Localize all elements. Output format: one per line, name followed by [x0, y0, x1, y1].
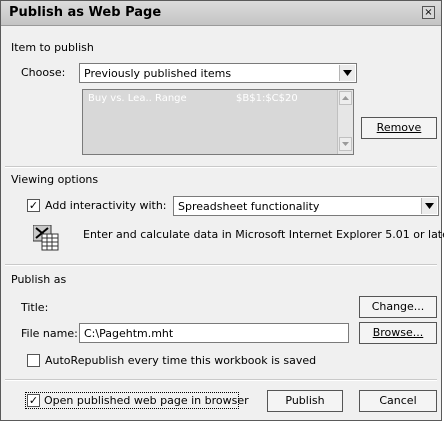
open-in-browser-label: Open published web page in browser: [44, 394, 249, 407]
list-scrollbar[interactable]: [337, 90, 353, 154]
section-label-viewing: Viewing options: [11, 173, 99, 186]
publish-dialog: Publish as Web Page × Item to publish Ch…: [0, 0, 444, 421]
divider: [5, 379, 437, 381]
chevron-down-icon[interactable]: [421, 198, 437, 214]
interactivity-label: Add interactivity with:: [45, 199, 167, 212]
list-item-range: $B$1:$C$20: [236, 93, 298, 104]
change-button[interactable]: Change...: [359, 296, 437, 318]
publish-button-label: Publish: [285, 394, 325, 407]
check-icon: ✓: [28, 394, 39, 407]
divider: [5, 166, 437, 168]
dialog-title: Publish as Web Page: [9, 5, 162, 20]
browse-button-label: Browse...: [372, 326, 424, 339]
chevron-down-icon[interactable]: [339, 65, 355, 81]
remove-button-label: Remove: [376, 121, 422, 134]
change-button-label: Change...: [371, 300, 425, 313]
cancel-button[interactable]: Cancel: [359, 390, 437, 412]
autorepublish-checkbox[interactable]: [27, 354, 40, 367]
choose-dropdown[interactable]: Previously published items: [79, 63, 357, 83]
publish-button[interactable]: Publish: [267, 390, 343, 412]
info-text: Enter and calculate data in Microsoft In…: [83, 228, 444, 241]
browse-button[interactable]: Browse...: [359, 322, 437, 344]
published-items-list[interactable]: Buy vs. Lea.. Range $B$1:$C$20: [82, 89, 354, 155]
choose-value: Previously published items: [84, 67, 232, 80]
close-icon[interactable]: ×: [422, 6, 435, 19]
filename-label: File name:: [21, 327, 78, 340]
list-item-name: Buy vs. Lea.. Range: [88, 93, 187, 104]
list-item[interactable]: Buy vs. Lea.. Range $B$1:$C$20: [86, 93, 334, 106]
title-bar: Publish as Web Page ×: [1, 1, 441, 26]
check-icon: ✓: [28, 199, 39, 212]
section-label-item: Item to publish: [11, 41, 94, 54]
filename-field[interactable]: C:\Pagehtm.mht: [79, 323, 349, 343]
divider: [5, 264, 437, 266]
interactivity-dropdown[interactable]: Spreadsheet functionality: [173, 196, 439, 216]
cancel-button-label: Cancel: [379, 394, 417, 407]
open-in-browser-checkbox[interactable]: ✓: [27, 394, 40, 407]
interactivity-value: Spreadsheet functionality: [178, 200, 320, 213]
autorepublish-label: AutoRepublish every time this workbook i…: [45, 354, 317, 367]
scroll-down-icon[interactable]: [339, 137, 352, 151]
section-label-publish: Publish as: [11, 273, 67, 286]
choose-label: Choose:: [21, 66, 66, 79]
interactivity-checkbox[interactable]: ✓: [27, 199, 40, 212]
title-label: Title:: [21, 301, 49, 314]
scroll-up-icon[interactable]: [339, 91, 352, 105]
spreadsheet-icon: [32, 224, 59, 251]
filename-value: C:\Pagehtm.mht: [84, 327, 174, 340]
remove-button[interactable]: Remove: [361, 117, 437, 139]
